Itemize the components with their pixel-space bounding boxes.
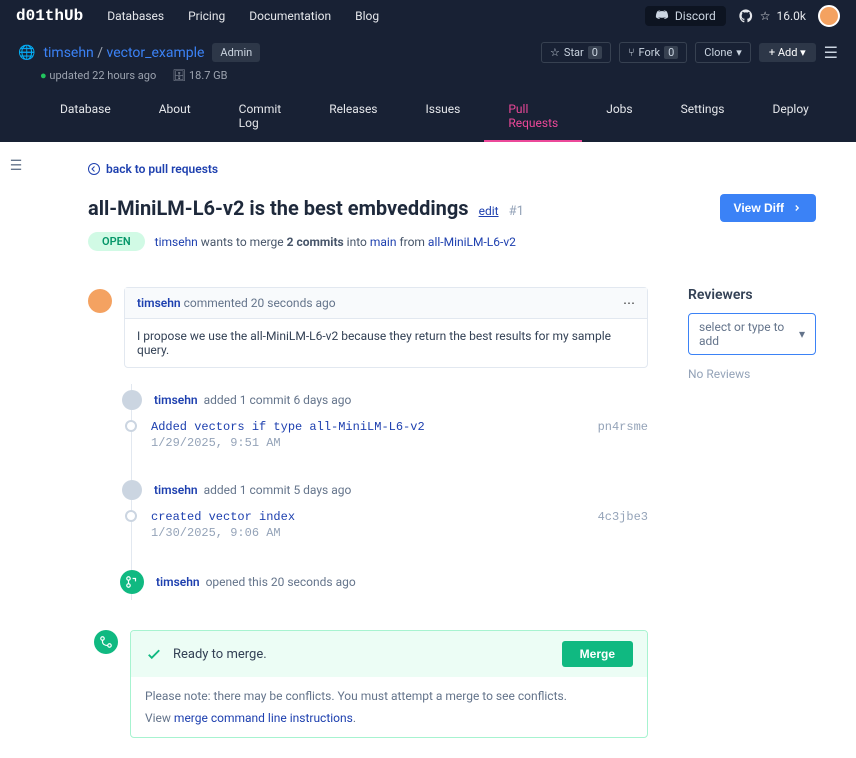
github-icon: [738, 8, 754, 24]
star-button[interactable]: ☆ Star 0: [541, 42, 611, 63]
back-link[interactable]: back to pull requests: [88, 162, 816, 176]
tab-issues[interactable]: Issues: [402, 92, 485, 142]
commit-node-icon: [125, 510, 137, 522]
globe-icon: 🌐: [18, 45, 35, 61]
ready-to-merge-text: Ready to merge.: [173, 647, 267, 662]
repo-size: 🗄 18.7 GB: [172, 69, 227, 82]
no-reviews-text: No Reviews: [688, 367, 816, 381]
add-button[interactable]: + Add ▾: [759, 43, 816, 62]
merge-badge-icon: [94, 630, 118, 654]
event-author-link[interactable]: timsehn: [154, 483, 198, 497]
discord-icon: [655, 9, 669, 23]
comment-menu-icon[interactable]: ⋯: [623, 296, 635, 310]
main-branch-link[interactable]: main: [370, 235, 397, 249]
nav-databases[interactable]: Databases: [107, 9, 164, 23]
commit-hash[interactable]: 4c3jbe3: [598, 510, 648, 524]
merge-button[interactable]: Merge: [562, 641, 633, 667]
back-arrow-icon: [88, 163, 100, 175]
source-branch-link[interactable]: all-MiniLM-L6-v2: [428, 235, 516, 249]
edit-title-link[interactable]: edit: [479, 204, 499, 218]
chevron-down-icon: ▾: [799, 327, 805, 341]
clone-button[interactable]: Clone ▾: [695, 42, 751, 63]
sidebar-toggle[interactable]: ☰: [0, 142, 32, 758]
user-avatar[interactable]: [818, 5, 840, 27]
reviewers-heading: Reviewers: [688, 287, 816, 303]
discord-button[interactable]: Discord: [645, 6, 726, 26]
tab-releases[interactable]: Releases: [305, 92, 401, 142]
opened-badge-icon: [120, 570, 144, 594]
tab-deploy[interactable]: Deploy: [748, 92, 832, 142]
event-author-link[interactable]: timsehn: [156, 575, 200, 589]
view-diff-button[interactable]: View Diff: [720, 194, 816, 222]
open-status-badge: OPEN: [88, 232, 145, 251]
menu-icon[interactable]: ☰: [824, 43, 838, 62]
tab-database[interactable]: Database: [36, 92, 135, 142]
commit-message-link[interactable]: Added vectors if type all-MiniLM-L6-v2: [151, 420, 584, 434]
fork-button[interactable]: ⑂ Fork 0: [619, 42, 687, 63]
repo-name-link[interactable]: vector_example: [107, 45, 205, 61]
updated-text: updated 22 hours ago: [49, 69, 156, 82]
admin-badge: Admin: [212, 43, 260, 62]
pr-author-link[interactable]: timsehn: [155, 235, 198, 249]
commit-date: 1/30/2025, 9:06 AM: [151, 526, 584, 540]
event-avatar: [122, 390, 142, 410]
comment-box: timsehn commented 20 seconds ago ⋯ I pro…: [124, 287, 648, 368]
merge-note: Please note: there may be conflicts. You…: [145, 689, 633, 703]
tab-settings[interactable]: Settings: [657, 92, 749, 142]
comment-author-link[interactable]: timsehn: [137, 296, 181, 310]
logo[interactable]: d01thUb: [16, 7, 83, 25]
nav-pricing[interactable]: Pricing: [188, 9, 225, 23]
comment-avatar: [88, 289, 112, 313]
tab-jobs[interactable]: Jobs: [582, 92, 656, 142]
pr-title: all-MiniLM-L6-v2 is the best embveddings: [88, 196, 469, 220]
event-avatar: [122, 480, 142, 500]
commit-message-link[interactable]: created vector index: [151, 510, 584, 524]
comment-body: I propose we use the all-MiniLM-L6-v2 be…: [125, 319, 647, 367]
repo-owner-link[interactable]: timsehn: [43, 45, 93, 61]
tab-pull-requests[interactable]: Pull Requests: [484, 92, 582, 142]
commit-hash[interactable]: pn4rsme: [598, 420, 648, 434]
nav-blog[interactable]: Blog: [355, 9, 379, 23]
tab-commit-log[interactable]: Commit Log: [215, 92, 306, 142]
chevron-right-icon: [792, 203, 802, 213]
nav-documentation[interactable]: Documentation: [249, 9, 331, 23]
check-icon: [145, 645, 163, 663]
commit-node-icon: [125, 420, 137, 432]
github-stars[interactable]: ☆16.0k: [738, 8, 806, 24]
tab-about[interactable]: About: [135, 92, 215, 142]
event-author-link[interactable]: timsehn: [154, 393, 198, 407]
commit-date: 1/29/2025, 9:51 AM: [151, 436, 584, 450]
merge-cli-link[interactable]: merge command line instructions: [174, 711, 353, 725]
reviewer-select[interactable]: select or type to add ▾: [688, 313, 816, 355]
pr-number: #1: [509, 204, 524, 219]
